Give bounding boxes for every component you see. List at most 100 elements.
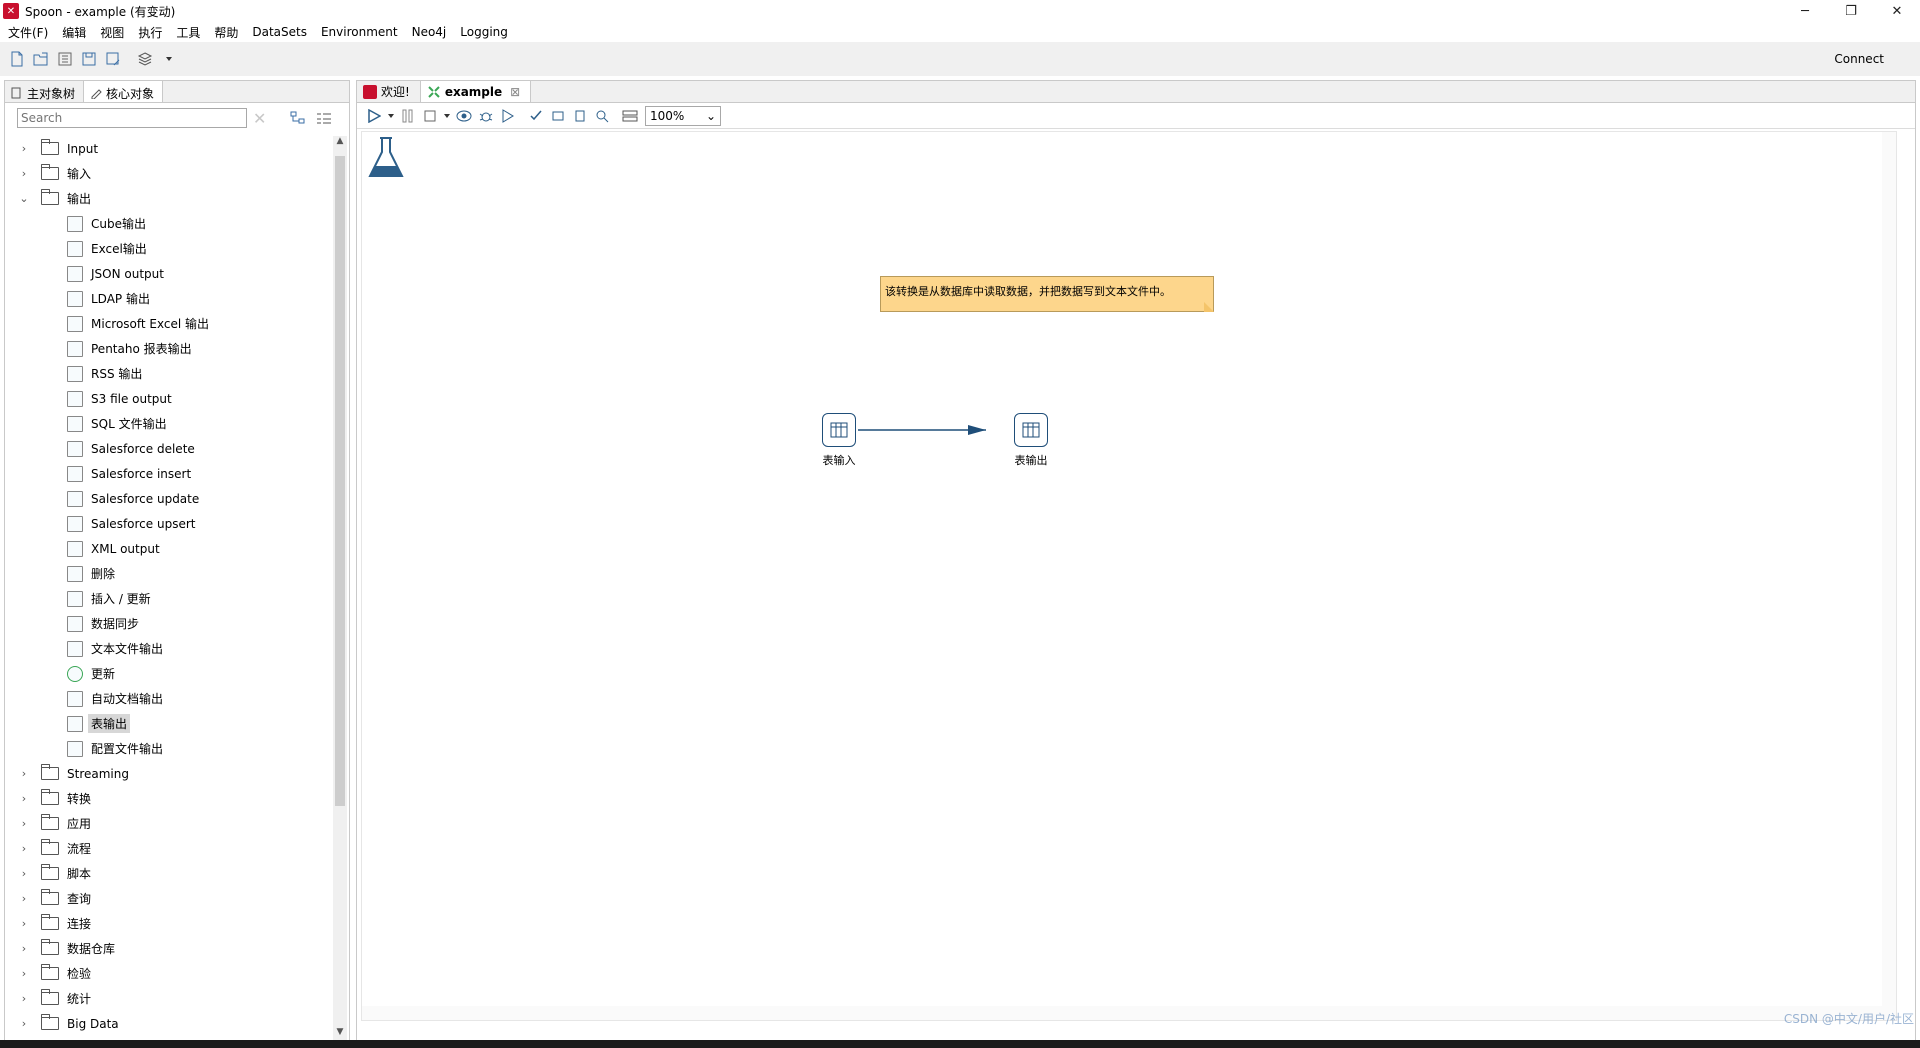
folder-icon (41, 764, 59, 780)
save-as-icon[interactable] (102, 48, 124, 70)
tab-example[interactable]: example ⊠ (420, 81, 532, 102)
chevron-right-icon: › (21, 992, 27, 1005)
clear-search-icon[interactable]: ✕ (253, 109, 266, 128)
tree-step[interactable]: 配置文件输出 (5, 736, 331, 761)
canvas-vscrollbar[interactable] (1882, 132, 1896, 1020)
tree-step[interactable]: 数据同步 (5, 611, 331, 636)
tree-icon (11, 87, 21, 99)
menu-tools[interactable]: 工具 (176, 24, 200, 41)
tree-step[interactable]: Salesforce update (5, 486, 331, 511)
close-button[interactable]: ✕ (1874, 0, 1920, 22)
new-file-icon[interactable] (6, 48, 28, 70)
pause-icon[interactable] (397, 105, 419, 127)
s3-output-icon (67, 390, 83, 407)
menu-logging[interactable]: Logging (460, 25, 508, 39)
menu-datasets[interactable]: DataSets (252, 25, 307, 39)
layers-icon[interactable] (134, 48, 156, 70)
search-input[interactable] (17, 108, 247, 128)
tree-folder[interactable]: › 应用 (5, 811, 331, 836)
scroll-thumb[interactable] (335, 156, 345, 806)
tree-step[interactable]: 删除 (5, 561, 331, 586)
scroll-down-icon[interactable]: ▼ (333, 1027, 347, 1041)
save-icon[interactable] (78, 48, 100, 70)
impact-icon[interactable] (547, 105, 569, 127)
tree-folder[interactable]: › 查询 (5, 886, 331, 911)
tree-step[interactable]: S3 file output (5, 386, 331, 411)
restore-button[interactable]: ❐ (1828, 0, 1874, 22)
replay-icon[interactable] (497, 105, 519, 127)
menu-run[interactable]: 执行 (138, 24, 162, 41)
connect-button[interactable]: Connect (1834, 52, 1884, 66)
menu-help[interactable]: 帮助 (214, 24, 238, 41)
tree-step[interactable]: Excel输出 (5, 236, 331, 261)
ms-excel-output-icon (67, 315, 83, 332)
preview-icon[interactable] (453, 105, 475, 127)
tree-folder[interactable]: › 流程 (5, 836, 331, 861)
scroll-up-icon[interactable]: ▲ (333, 136, 347, 150)
tree-step[interactable]: Salesforce delete (5, 436, 331, 461)
layers-dropdown-icon[interactable] (158, 48, 180, 70)
tree-step[interactable]: XML output (5, 536, 331, 561)
menu-neo4j[interactable]: Neo4j (412, 25, 447, 39)
collapse-tree-icon[interactable] (316, 111, 332, 125)
sql-icon[interactable] (569, 105, 591, 127)
tree-folder[interactable]: › 连接 (5, 911, 331, 936)
tree-step[interactable]: Cube输出 (5, 211, 331, 236)
tree-folder-input[interactable]: › Input (5, 136, 331, 161)
flask-icon (368, 137, 404, 177)
tab-view[interactable]: 主对象树 (5, 81, 85, 102)
tree-folder[interactable]: › Big Data (5, 1011, 331, 1036)
menu-file[interactable]: 文件(F) (8, 24, 48, 41)
rss-output-icon (67, 365, 83, 382)
menu-view[interactable]: 视图 (100, 24, 124, 41)
minimize-button[interactable]: ─ (1782, 0, 1828, 22)
hop-arrow[interactable] (856, 420, 1016, 440)
menu-edit[interactable]: 编辑 (62, 24, 86, 41)
tab-design[interactable]: 核心对象 (84, 81, 164, 102)
tree-step[interactable]: 更新 (5, 661, 331, 686)
tree-step[interactable]: 文本文件输出 (5, 636, 331, 661)
transformation-canvas[interactable]: 该转换是从数据库中读取数据，并把数据写到文本文件中。 表输入 表输出 (361, 131, 1897, 1021)
tree-folder[interactable]: › 转换 (5, 786, 331, 811)
explore-repository-icon[interactable] (54, 48, 76, 70)
verify-icon[interactable] (525, 105, 547, 127)
run-dropdown-icon[interactable] (385, 105, 397, 127)
stop-dropdown-icon[interactable] (441, 105, 453, 127)
canvas-note[interactable]: 该转换是从数据库中读取数据，并把数据写到文本文件中。 (880, 276, 1214, 312)
tree-scrollbar[interactable]: ▲ ▼ (333, 136, 347, 1041)
tree-step[interactable]: 插入 / 更新 (5, 586, 331, 611)
grid-toggle-icon[interactable] (619, 105, 641, 127)
tab-welcome[interactable]: 欢迎! (357, 81, 421, 102)
tree-step[interactable]: LDAP 输出 (5, 286, 331, 311)
tree-folder[interactable]: › 数据仓库 (5, 936, 331, 961)
left-panel: 主对象树 核心对象 ✕ ›Input ›输入 ⌄输出 Cube输出 Excel输… (4, 80, 350, 1044)
zoom-select[interactable]: 100% ⌄ (645, 105, 721, 126)
step-table-output[interactable] (1014, 413, 1048, 447)
tree-folder[interactable]: › Streaming (5, 761, 331, 786)
pencil-icon (91, 89, 102, 99)
stop-icon[interactable] (419, 105, 441, 127)
step-table-input[interactable] (822, 413, 856, 447)
explore-db-icon[interactable] (591, 105, 613, 127)
debug-icon[interactable] (475, 105, 497, 127)
tree-folder-output[interactable]: ⌄ 输出 (5, 186, 331, 211)
expand-tree-icon[interactable] (290, 111, 306, 125)
tree-step[interactable]: Salesforce insert (5, 461, 331, 486)
tree-step-selected[interactable]: 表输出 (5, 711, 331, 736)
close-tab-icon[interactable]: ⊠ (510, 85, 520, 99)
tree-step[interactable]: 自动文档输出 (5, 686, 331, 711)
tree-folder[interactable]: › 脚本 (5, 861, 331, 886)
open-file-icon[interactable] (30, 48, 52, 70)
canvas-hscrollbar[interactable] (362, 1006, 1896, 1020)
tree-step[interactable]: Salesforce upsert (5, 511, 331, 536)
tree-step[interactable]: JSON output (5, 261, 331, 286)
menu-environment[interactable]: Environment (321, 25, 398, 39)
tree-folder[interactable]: › 检验 (5, 961, 331, 986)
tree-step[interactable]: SQL 文件输出 (5, 411, 331, 436)
tree-step[interactable]: Microsoft Excel 输出 (5, 311, 331, 336)
run-icon[interactable] (363, 105, 385, 127)
tree-folder[interactable]: › 统计 (5, 986, 331, 1011)
tree-folder-input-cn[interactable]: › 输入 (5, 161, 331, 186)
tree-step[interactable]: Pentaho 报表输出 (5, 336, 331, 361)
tree-step[interactable]: RSS 输出 (5, 361, 331, 386)
